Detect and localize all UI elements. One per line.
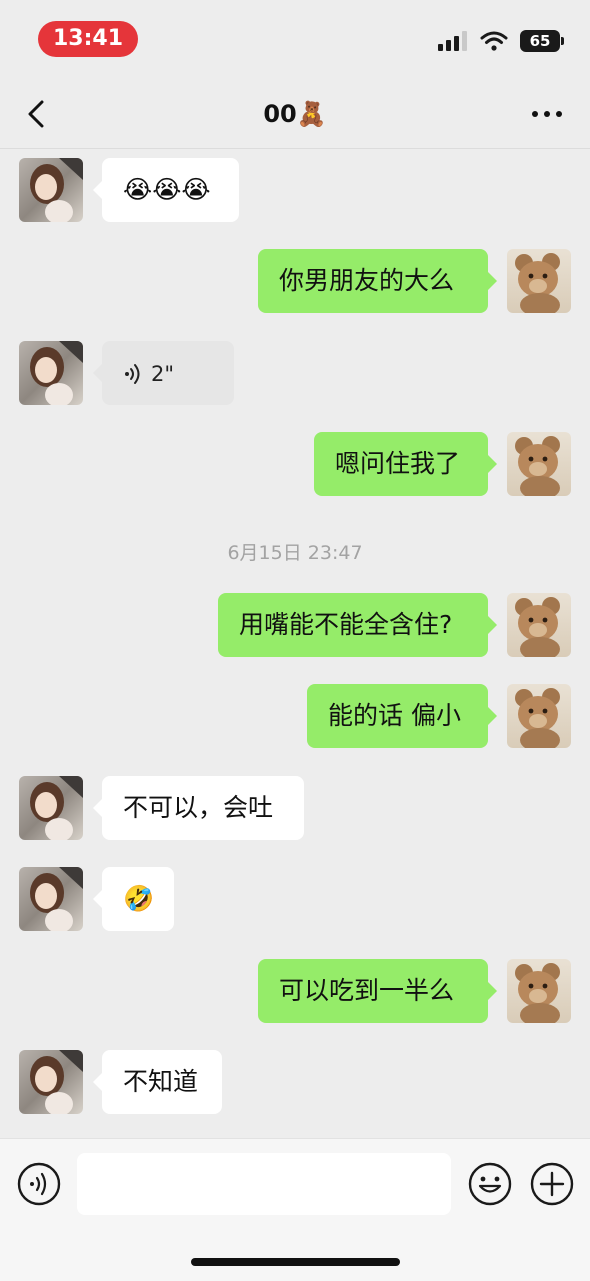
message-bubble[interactable]: 用嘴能不能全含住?	[218, 593, 497, 657]
battery-icon: 65	[520, 30, 564, 52]
avatar-contact[interactable]	[19, 867, 83, 931]
status-bar: 13:41 65	[0, 0, 590, 80]
message-bubble[interactable]: 😭😭😭	[93, 158, 239, 222]
voice-duration: 2"	[151, 362, 175, 386]
wifi-icon	[480, 31, 508, 51]
avatar-self[interactable]	[507, 684, 571, 748]
home-indicator	[191, 1258, 400, 1266]
signal-icon	[438, 31, 467, 51]
message-bubble[interactable]: 不可以，会吐	[93, 776, 304, 840]
avatar-contact[interactable]	[19, 341, 83, 405]
avatar-contact[interactable]	[19, 158, 83, 222]
avatar-self[interactable]	[507, 593, 571, 657]
message-bubble[interactable]: 可以吃到一半么	[258, 959, 497, 1023]
avatar-self[interactable]	[507, 432, 571, 496]
message-bubble[interactable]: 能的话 偏小	[307, 684, 497, 748]
voice-input-icon[interactable]	[16, 1161, 62, 1207]
chat-title: 00🧸	[263, 100, 327, 128]
more-icon[interactable]	[530, 100, 564, 128]
avatar-self[interactable]	[507, 249, 571, 313]
voice-message[interactable]: 2"	[93, 341, 234, 405]
avatar-contact[interactable]	[19, 1050, 83, 1114]
emoji-icon[interactable]	[467, 1161, 513, 1207]
message-list[interactable]: 😭😭😭 你男朋友的大么 2" 嗯问住我了 6月15日 23:47 用嘴能不能全含…	[0, 149, 590, 1137]
message-input[interactable]	[77, 1153, 451, 1215]
message-bubble[interactable]: 不知道	[93, 1050, 222, 1114]
status-time[interactable]: 13:41	[38, 21, 138, 57]
nav-bar: 00🧸	[0, 80, 590, 148]
plus-icon[interactable]	[529, 1161, 575, 1207]
avatar-contact[interactable]	[19, 776, 83, 840]
message-bubble[interactable]: 你男朋友的大么	[258, 249, 497, 313]
timestamp: 6月15日 23:47	[227, 542, 363, 564]
voice-wave-icon	[125, 364, 140, 384]
message-bubble[interactable]: 嗯问住我了	[314, 432, 497, 496]
avatar-self[interactable]	[507, 959, 571, 1023]
status-icons: 65	[438, 30, 564, 52]
message-bubble[interactable]: 🤣	[93, 867, 174, 931]
